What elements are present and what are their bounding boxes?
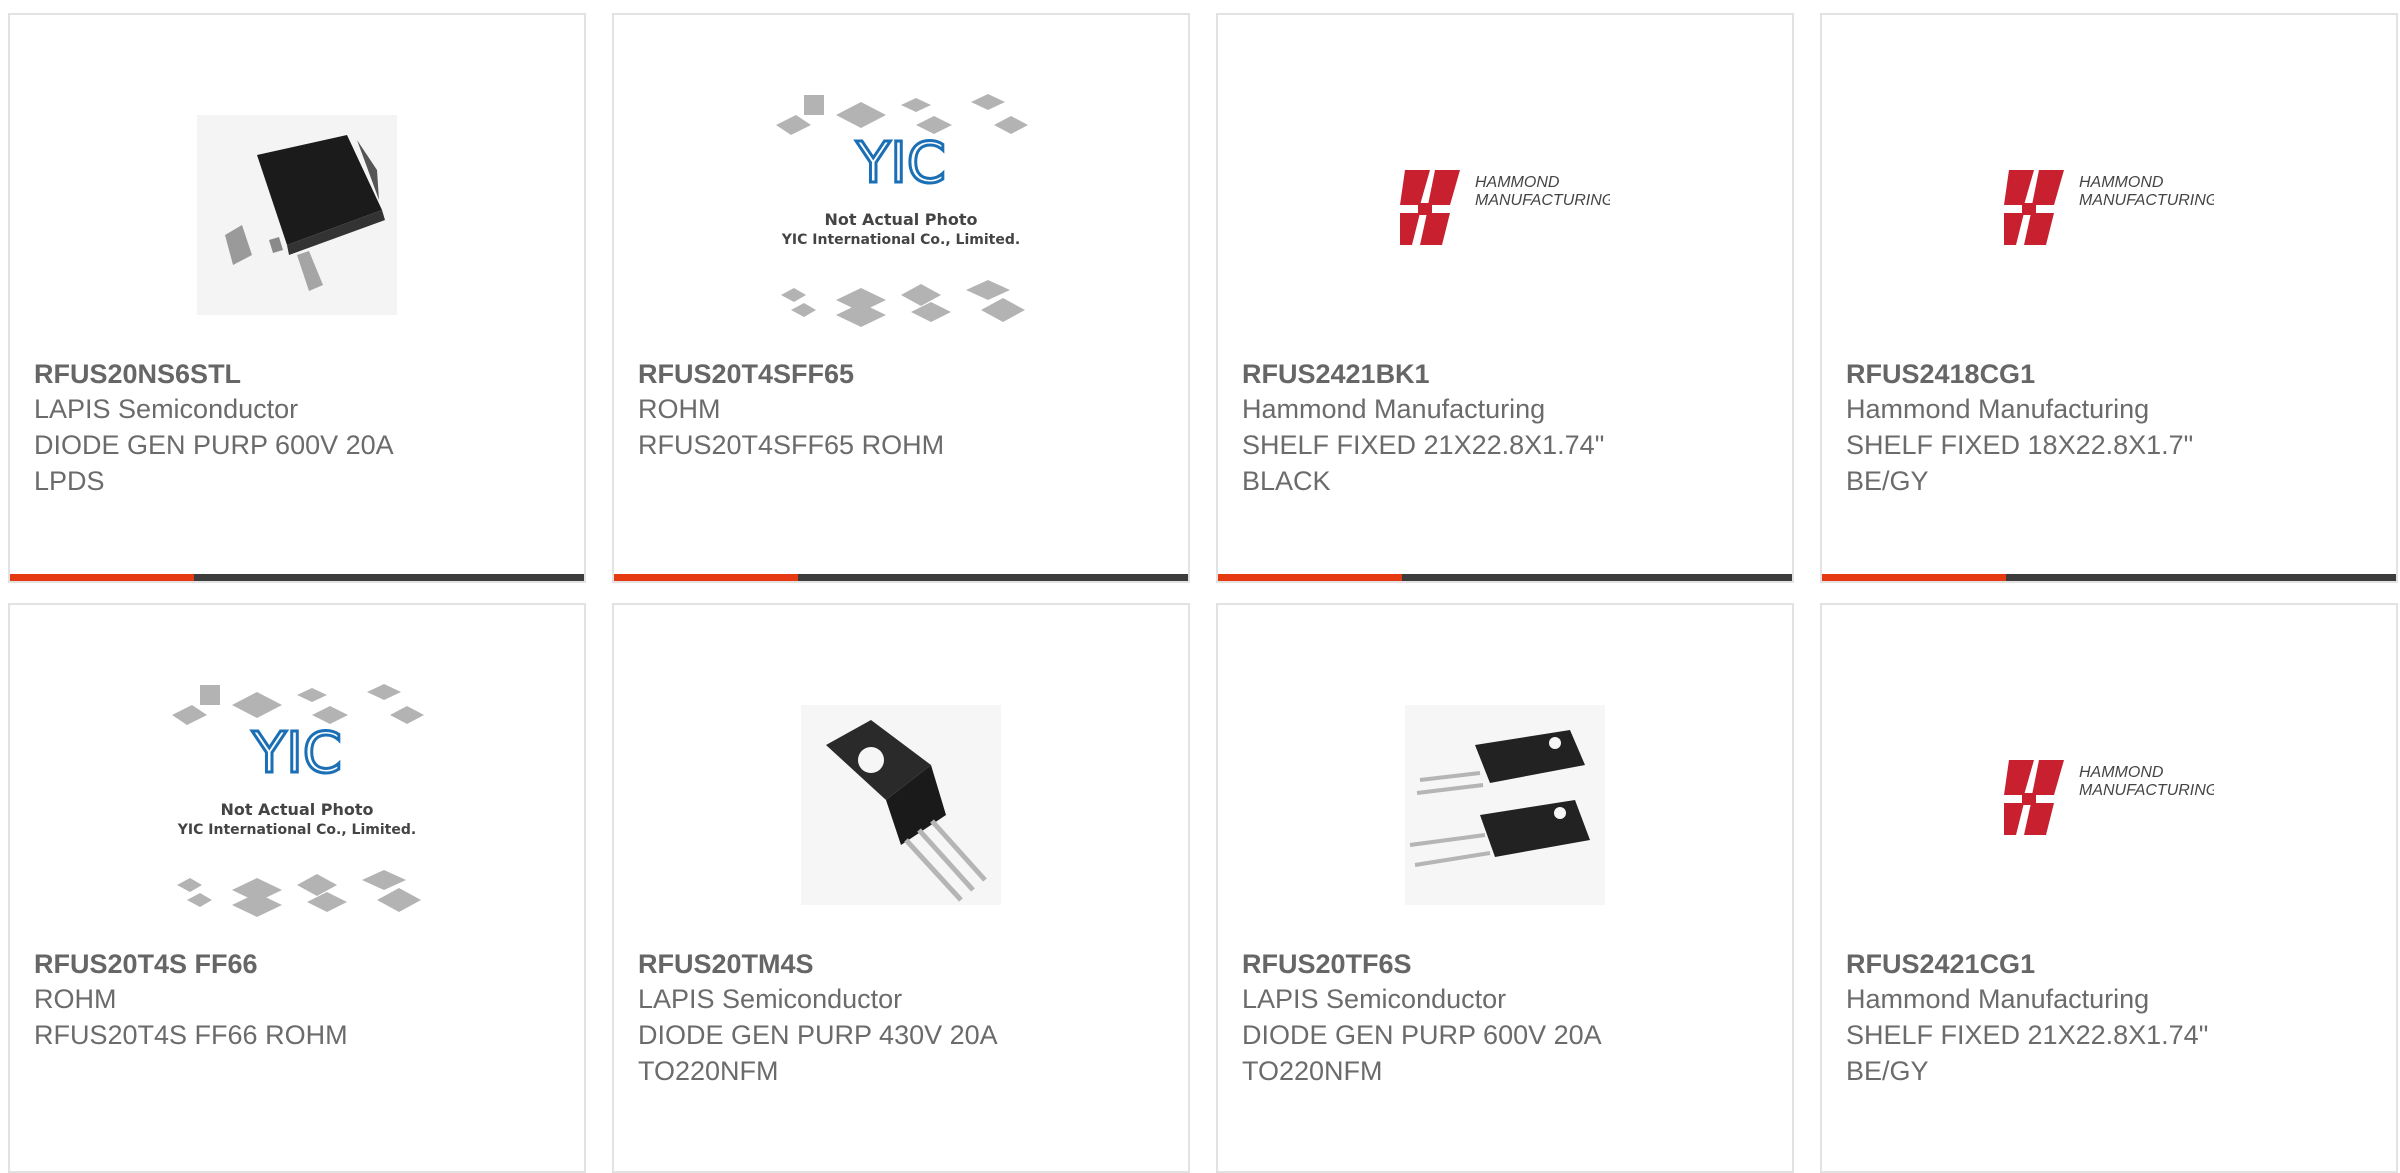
product-image[interactable]: HAMMOND MANUFACTURING. <box>1218 80 1792 350</box>
not-actual-photo-label: Not Actual Photo <box>824 210 977 229</box>
description-line2: TO220NFM <box>638 1056 779 1086</box>
hammond-logo: HAMMOND MANUFACTURING. <box>2004 170 2214 245</box>
hammond-logo-line2: MANUFACTURING. <box>2079 192 2214 209</box>
progress-bar <box>10 574 584 581</box>
part-number[interactable]: RFUS2421BK1 <box>1242 357 1782 391</box>
lpds-package-photo <box>197 115 397 315</box>
part-number[interactable]: RFUS20NS6STL <box>34 357 574 391</box>
part-number[interactable]: RFUS2418CG1 <box>1846 357 2386 391</box>
product-image[interactable]: YIC Not Actual Photo YIC International C… <box>10 670 584 940</box>
product-card[interactable]: HAMMOND MANUFACTURING. RFUS2421BK1 Hammo… <box>1216 13 1794 583</box>
description: SHELF FIXED 21X22.8X1.74" <box>1846 1020 2209 1050</box>
description: SHELF FIXED 18X22.8X1.7" <box>1846 430 2194 460</box>
product-card[interactable]: RFUS20TF6S LAPIS Semiconductor DIODE GEN… <box>1216 603 1794 1173</box>
product-card[interactable]: YIC Not Actual Photo YIC International C… <box>8 603 586 1173</box>
product-image[interactable] <box>1218 670 1792 940</box>
to220-single-photo <box>801 705 1001 905</box>
part-number[interactable]: RFUS20T4S FF66 <box>34 947 574 981</box>
product-card[interactable]: HAMMOND MANUFACTURING. RFUS2421CG1 Hammo… <box>1820 603 2398 1173</box>
description: RFUS20T4S FF66 ROHM <box>34 1020 348 1050</box>
description-line2: TO220NFM <box>1242 1056 1383 1086</box>
description: DIODE GEN PURP 600V 20A <box>1242 1020 1602 1050</box>
manufacturer: ROHM <box>34 984 117 1014</box>
part-number[interactable]: RFUS2421CG1 <box>1846 947 2386 981</box>
progress-bar <box>1822 574 2396 581</box>
yic-placeholder-image: YIC Not Actual Photo YIC International C… <box>172 684 424 917</box>
yic-company-label: YIC International Co., Limited. <box>177 822 416 838</box>
manufacturer: ROHM <box>638 394 721 424</box>
description: DIODE GEN PURP 600V 20A <box>34 430 394 460</box>
yic-brand-mark: YIC <box>855 131 946 196</box>
progress-bar-fill <box>614 574 798 581</box>
not-actual-photo-label: Not Actual Photo <box>220 800 373 819</box>
product-card[interactable]: YIC Not Actual Photo YIC International C… <box>612 13 1190 583</box>
part-number[interactable]: RFUS20TM4S <box>638 947 1178 981</box>
yic-brand-mark: YIC <box>251 721 342 786</box>
description: SHELF FIXED 21X22.8X1.74" <box>1242 430 1605 460</box>
manufacturer: Hammond Manufacturing <box>1846 984 2150 1014</box>
product-card[interactable]: RFUS20TM4S LAPIS Semiconductor DIODE GEN… <box>612 603 1190 1173</box>
description: RFUS20T4SFF65 ROHM <box>638 430 945 460</box>
product-image[interactable] <box>614 670 1188 940</box>
manufacturer: Hammond Manufacturing <box>1242 394 1546 424</box>
part-number[interactable]: RFUS20TF6S <box>1242 947 1782 981</box>
hammond-logo: HAMMOND MANUFACTURING. <box>2004 760 2214 835</box>
hammond-logo-line2: MANUFACTURING. <box>2079 782 2214 799</box>
hammond-logo-line1: HAMMOND <box>2079 174 2164 191</box>
description-line2: BE/GY <box>1846 466 1929 496</box>
yic-placeholder-image: YIC Not Actual Photo YIC International C… <box>776 94 1028 327</box>
manufacturer: Hammond Manufacturing <box>1846 394 2150 424</box>
hammond-logo-line1: HAMMOND <box>2079 764 2164 781</box>
manufacturer: LAPIS Semiconductor <box>34 394 299 424</box>
progress-bar <box>1218 574 1792 581</box>
manufacturer: LAPIS Semiconductor <box>1242 984 1507 1014</box>
description: DIODE GEN PURP 430V 20A <box>638 1020 998 1050</box>
product-image[interactable] <box>10 80 584 350</box>
progress-bar-fill <box>10 574 194 581</box>
product-image[interactable]: HAMMOND MANUFACTURING. <box>1822 80 2396 350</box>
progress-bar <box>614 574 1188 581</box>
hammond-logo-line1: HAMMOND <box>1475 174 1560 191</box>
part-number[interactable]: RFUS20T4SFF65 <box>638 357 1178 391</box>
hammond-logo: HAMMOND MANUFACTURING. <box>1400 170 1610 245</box>
hammond-logo-line2: MANUFACTURING. <box>1475 192 1610 209</box>
progress-bar-fill <box>1218 574 1402 581</box>
manufacturer: LAPIS Semiconductor <box>638 984 903 1014</box>
yic-company-label: YIC International Co., Limited. <box>781 232 1020 248</box>
product-image[interactable]: YIC Not Actual Photo YIC International C… <box>614 80 1188 350</box>
to220-pair-photo <box>1405 705 1605 905</box>
description-line2: BE/GY <box>1846 1056 1929 1086</box>
description-line2: BLACK <box>1242 466 1331 496</box>
progress-bar-fill <box>1822 574 2006 581</box>
product-card[interactable]: RFUS20NS6STL LAPIS Semiconductor DIODE G… <box>8 13 586 583</box>
product-image[interactable]: HAMMOND MANUFACTURING. <box>1822 670 2396 940</box>
product-card[interactable]: HAMMOND MANUFACTURING. RFUS2418CG1 Hammo… <box>1820 13 2398 583</box>
description-line2: LPDS <box>34 466 105 496</box>
